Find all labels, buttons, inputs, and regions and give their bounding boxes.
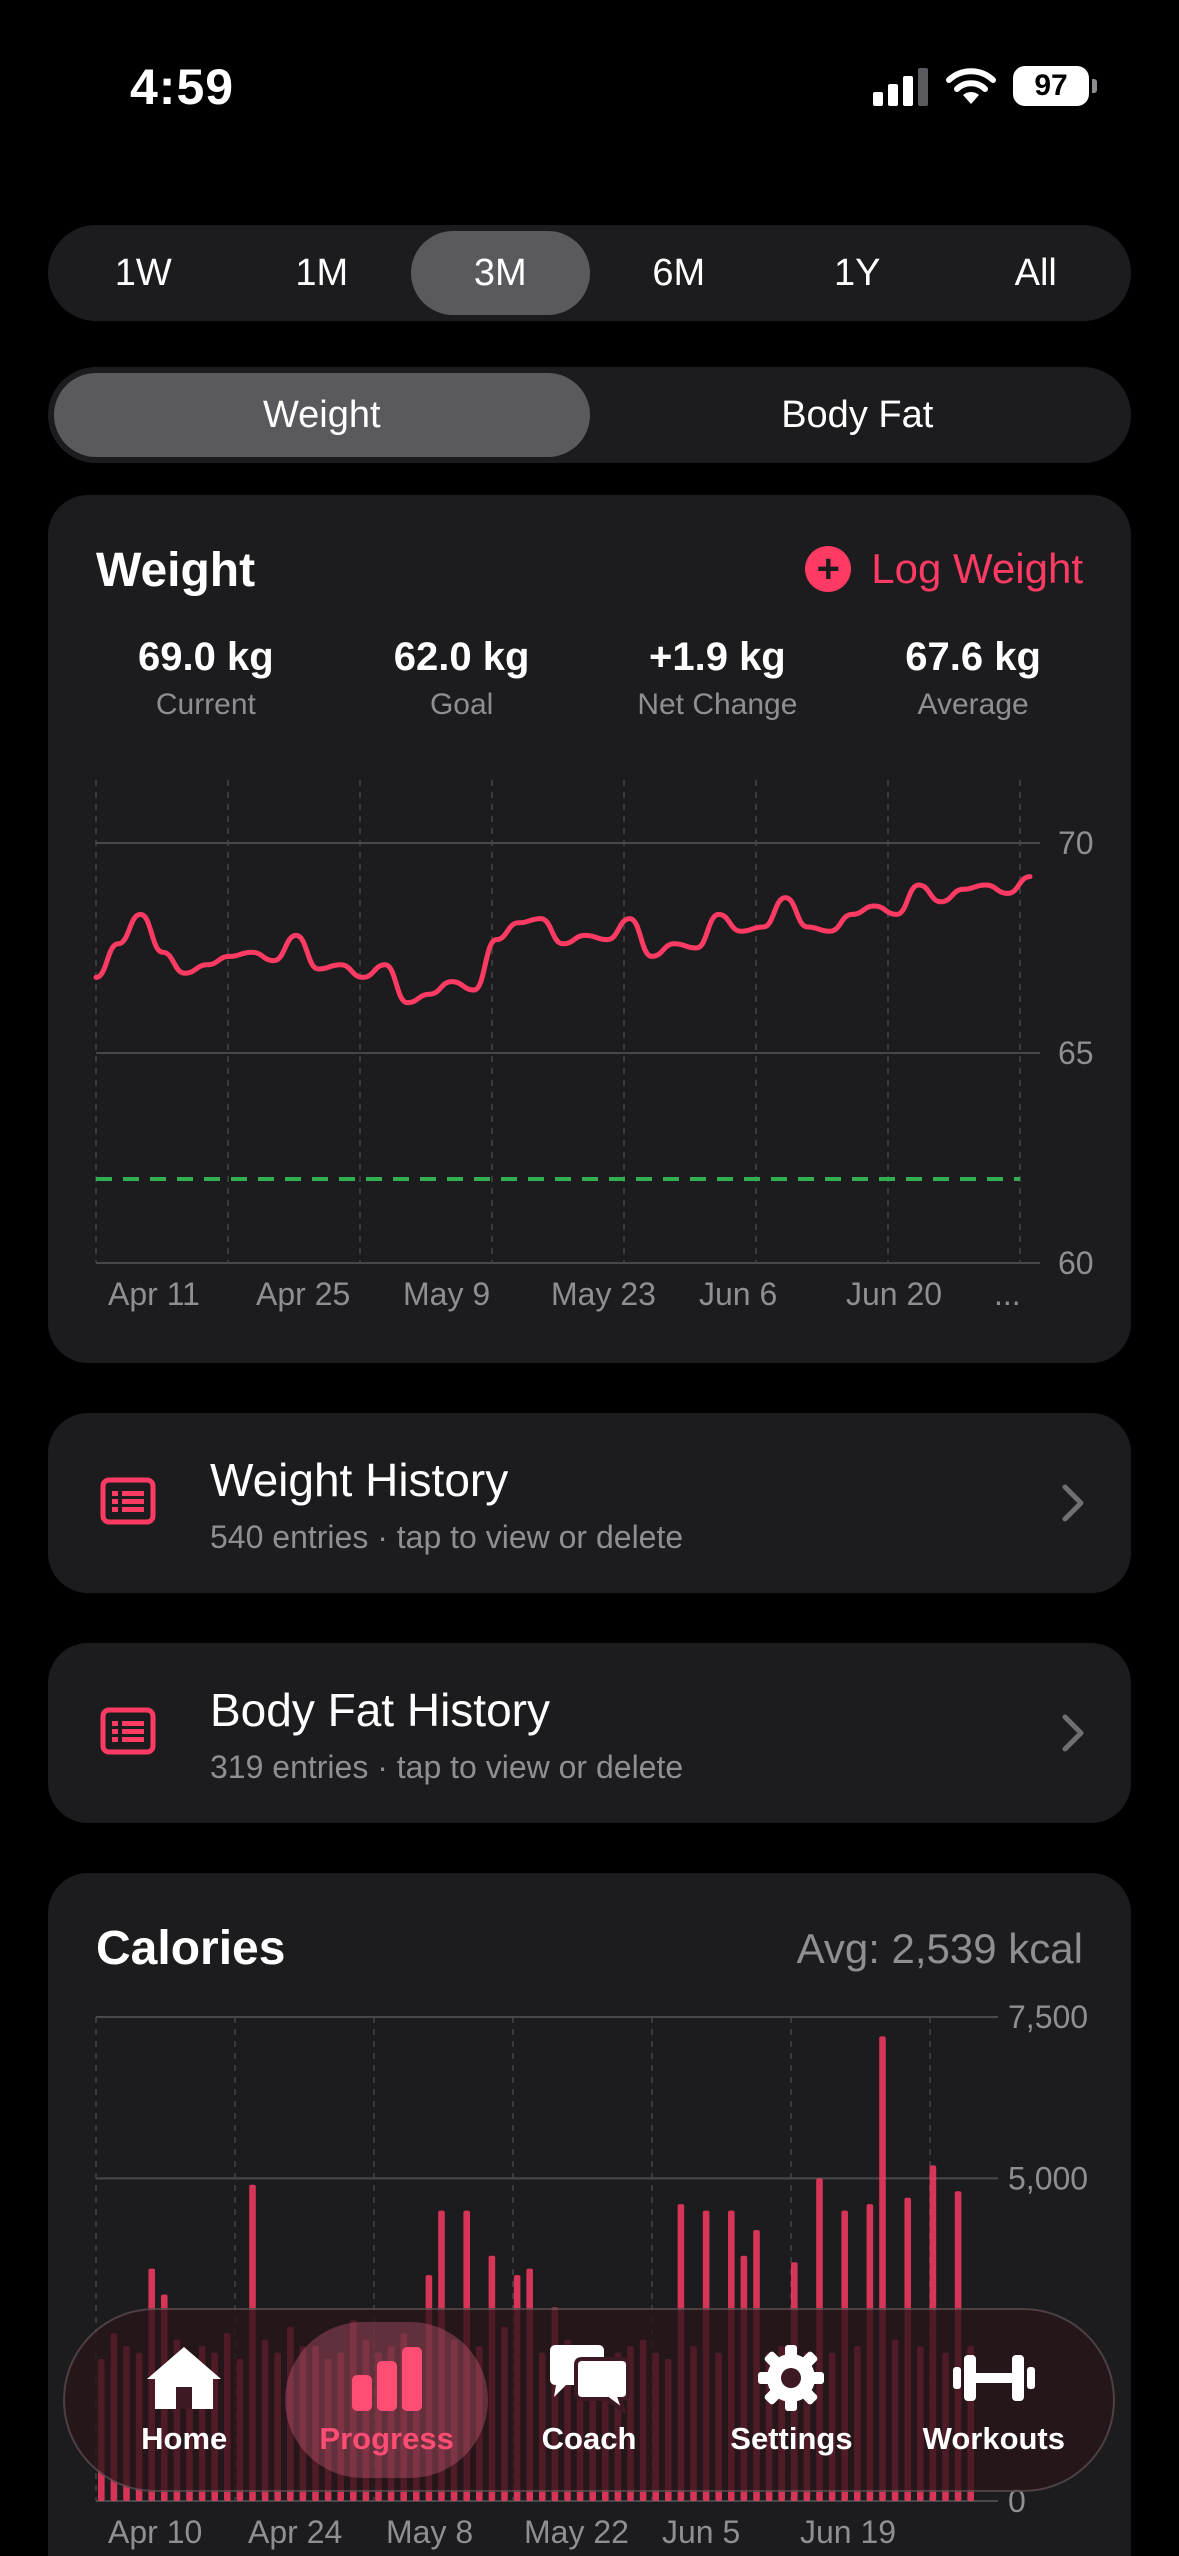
metric-selector: Weight Body Fat [48,367,1131,463]
x-tick-label: Jun 5 [662,2514,740,2550]
x-tick-label: Apr 25 [256,1276,350,1312]
x-tick-label: May 8 [386,2514,473,2550]
x-tick-label: Apr 24 [248,2514,342,2550]
chevron-right-icon [1062,1484,1084,1522]
tab-coach[interactable]: Coach [488,2322,690,2478]
tab-bar: Home Progress Coach Settings Workouts [63,2308,1115,2492]
tab-label: Progress [319,2421,454,2456]
y-tick-label: 65 [1058,1035,1094,1071]
weight-series-line [93,874,1033,1006]
time-range-selector: 1W 1M 3M 6M 1Y All [48,225,1131,321]
y-tick-label: 70 [1058,825,1094,861]
x-tick-label: Apr 10 [108,2514,202,2550]
range-tab-1y[interactable]: 1Y [768,231,947,315]
tab-workouts[interactable]: Workouts [893,2322,1095,2478]
body-fat-history-title: Body Fat History [210,1684,550,1736]
weight-history-title: Weight History [210,1454,509,1506]
cellular-signal-icon [873,68,928,106]
range-tab-all[interactable]: All [947,231,1126,315]
range-tab-3m[interactable]: 3M [411,231,590,315]
x-tick-label: Jun 19 [800,2514,896,2550]
tab-label: Coach [541,2421,637,2456]
y-tick-label: 7,500 [1008,1999,1088,2035]
range-tab-6m[interactable]: 6M [590,231,769,315]
x-tick-label: May 22 [524,2514,629,2550]
weight-line-chart: 70 65 60 Apr 11 Apr 25 May 9 May 23 Jun 6 Jun 20… [93,780,1094,1312]
gear-icon [758,2345,825,2411]
battery-icon: 97 [1013,66,1097,106]
range-tab-1w[interactable]: 1W [54,231,233,315]
range-tab-1m[interactable]: 1M [233,231,412,315]
metric-tab-body-fat[interactable]: Body Fat [590,373,1126,457]
bar-chart-icon [351,2347,422,2411]
chevron-right-icon [1062,1714,1084,1752]
tab-label: Settings [730,2421,853,2456]
weight-history-subtitle: 540 entries · tap to view or delete [210,1519,684,1555]
house-icon [147,2347,222,2409]
x-tick-label: ... [994,1276,1021,1312]
y-tick-label: 60 [1058,1245,1094,1281]
x-tick-label: May 23 [551,1276,656,1312]
x-tick-label: Jun 20 [846,1276,942,1312]
status-icons: 97 [873,62,1097,110]
tab-label: Workouts [922,2421,1066,2456]
status-time: 4:59 [130,59,235,115]
metric-tab-weight[interactable]: Weight [54,373,590,457]
weight-card: Weight + Log Weight 69.0 kg Current 62.0… [48,495,1131,1363]
body-fat-history-subtitle: 319 entries · tap to view or delete [210,1749,684,1785]
list-document-icon [100,1707,156,1755]
y-tick-label: 5,000 [1008,2160,1088,2196]
x-tick-label: Jun 6 [699,1276,777,1312]
status-bar: 4:59 97 [0,0,1179,170]
x-tick-label: Apr 11 [108,1276,200,1312]
list-document-icon [100,1477,156,1525]
x-tick-label: May 9 [403,1276,490,1312]
tab-settings[interactable]: Settings [690,2322,892,2478]
weight-history-row[interactable]: Weight History 540 entries · tap to view… [48,1413,1131,1593]
body-fat-history-row[interactable]: Body Fat History 319 entries · tap to vi… [48,1643,1131,1823]
dumbbell-icon [952,2355,1035,2401]
wifi-icon [946,68,996,104]
tab-progress[interactable]: Progress [285,2322,488,2478]
tab-label: Home [141,2421,228,2456]
tab-home[interactable]: Home [83,2322,285,2478]
chat-bubbles-icon [550,2345,631,2413]
